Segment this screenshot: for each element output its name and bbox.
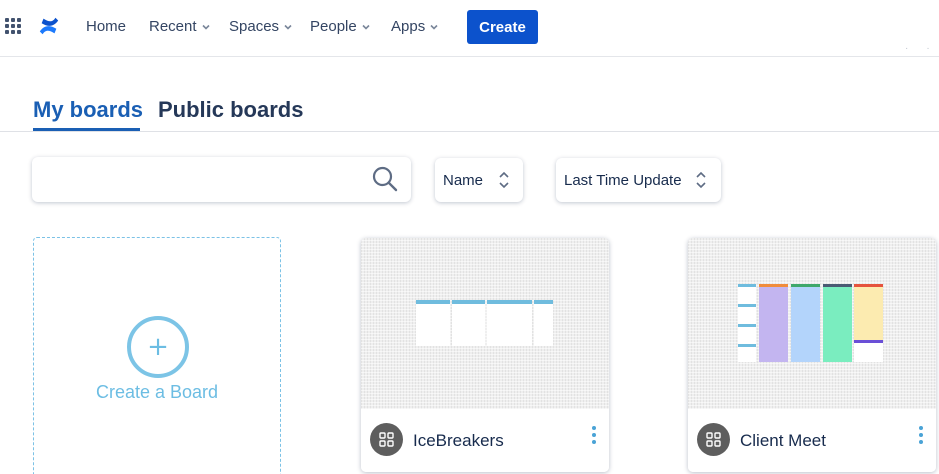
nav-home-label: Home bbox=[86, 18, 127, 35]
active-tab-indicator bbox=[33, 128, 140, 131]
board-card-footer: IceBreakers bbox=[361, 409, 609, 472]
more-options-icon[interactable] bbox=[591, 426, 597, 450]
thumbnail-row-marker bbox=[738, 344, 756, 347]
thumbnail-column bbox=[738, 284, 756, 362]
top-navigation: Home Recent Spaces People Apps Create ·· bbox=[0, 0, 939, 57]
thumbnail-column bbox=[416, 300, 450, 346]
tab-my-boards[interactable]: My boards bbox=[33, 97, 143, 123]
sort-time-label: Last Time Update bbox=[564, 171, 682, 189]
board-card-footer: Client Meet bbox=[688, 409, 936, 472]
nav-apps-label: Apps bbox=[391, 18, 426, 35]
thumbnail-column-purple bbox=[759, 284, 788, 362]
nav-people-label: People bbox=[310, 18, 357, 35]
nav-recent[interactable]: Recent bbox=[149, 18, 212, 35]
sort-updown-icon bbox=[696, 171, 706, 189]
thumbnail-row-marker bbox=[738, 284, 756, 287]
search-box bbox=[32, 157, 411, 202]
plus-circle-icon: + bbox=[127, 316, 189, 378]
grid-icon bbox=[370, 423, 403, 456]
create-button[interactable]: Create bbox=[467, 10, 538, 44]
nav-overflow-dots: ·· bbox=[905, 43, 930, 54]
thumbnail-column bbox=[534, 300, 553, 346]
chevron-down-icon bbox=[430, 24, 438, 30]
board-tabs: My boards Public boards bbox=[0, 92, 939, 132]
nav-recent-label: Recent bbox=[149, 18, 197, 35]
app-switcher-icon[interactable] bbox=[5, 18, 21, 34]
sort-name-button[interactable]: Name bbox=[435, 158, 523, 202]
chevron-down-icon bbox=[362, 24, 370, 30]
board-card-icebreakers[interactable]: IceBreakers bbox=[361, 238, 609, 472]
nav-apps[interactable]: Apps bbox=[391, 18, 440, 35]
chevron-down-icon bbox=[201, 24, 210, 30]
sort-name-label: Name bbox=[443, 171, 484, 189]
thumbnail-column-yellow bbox=[854, 284, 883, 362]
create-board-label: Create a Board bbox=[95, 382, 219, 402]
nav-home[interactable]: Home bbox=[86, 18, 126, 35]
thumbnail-row-marker bbox=[738, 324, 756, 327]
grid-icon bbox=[697, 423, 730, 456]
thumbnail-row-marker bbox=[738, 304, 756, 307]
tab-public-boards[interactable]: Public boards bbox=[158, 97, 303, 123]
sort-updown-icon bbox=[499, 171, 509, 189]
board-name[interactable]: IceBreakers bbox=[413, 431, 504, 451]
create-board-card[interactable]: + Create a Board bbox=[33, 237, 281, 474]
board-name[interactable]: Client Meet bbox=[740, 431, 826, 451]
board-thumbnail bbox=[688, 238, 936, 409]
search-input[interactable] bbox=[40, 165, 360, 193]
sort-time-button[interactable]: Last Time Update bbox=[556, 158, 721, 202]
thumbnail-column-blue bbox=[791, 284, 820, 362]
board-card-client-meet[interactable]: Client Meet bbox=[688, 238, 936, 472]
chevron-down-icon bbox=[284, 24, 292, 30]
search-icon[interactable] bbox=[371, 165, 399, 193]
thumbnail-column bbox=[452, 300, 485, 346]
more-options-icon[interactable] bbox=[918, 426, 924, 450]
nav-people[interactable]: People bbox=[310, 18, 372, 35]
board-thumbnail bbox=[361, 238, 609, 409]
nav-spaces-label: Spaces bbox=[229, 18, 280, 35]
thumbnail-column-green bbox=[823, 284, 852, 362]
nav-spaces[interactable]: Spaces bbox=[229, 18, 294, 35]
confluence-logo-icon[interactable] bbox=[38, 15, 60, 37]
thumbnail-column bbox=[487, 300, 532, 346]
